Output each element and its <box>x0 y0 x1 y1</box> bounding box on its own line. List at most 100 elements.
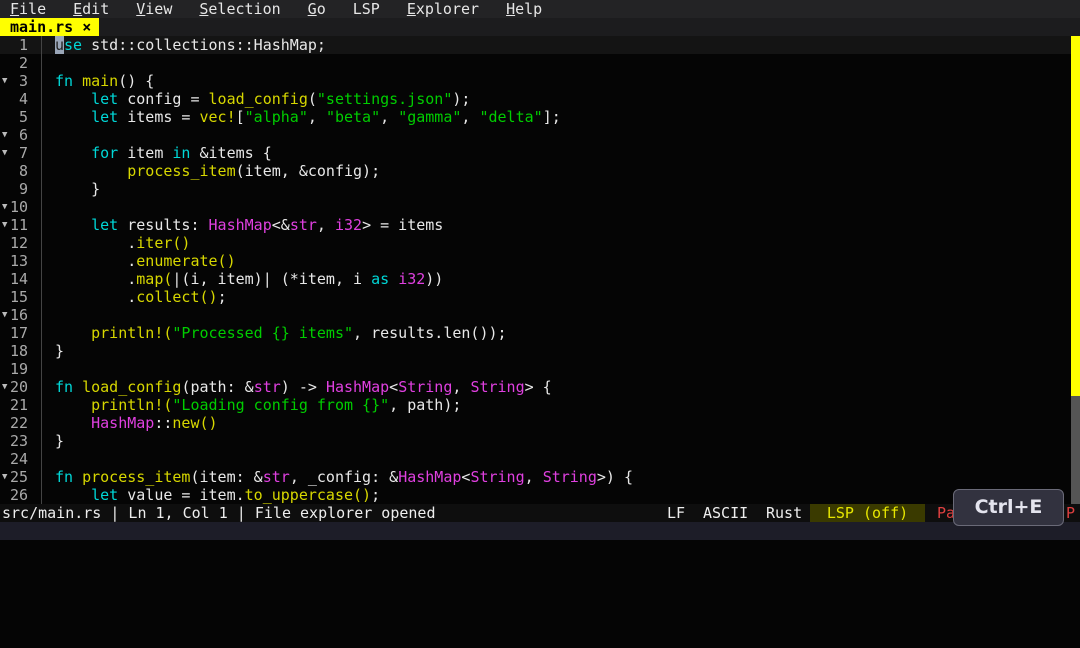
code-token: vec! <box>199 108 236 126</box>
status-eol[interactable]: LF <box>667 504 685 522</box>
code-line[interactable]: 9 } <box>0 180 1071 198</box>
line-number: 8 <box>18 162 28 180</box>
line-number: 18 <box>9 342 28 360</box>
line-code: for item in &items { <box>55 144 272 162</box>
line-code: .map(|(i, item)| (*item, i as i32)) <box>55 270 443 288</box>
line-number: 2 <box>18 54 28 72</box>
code-token: , <box>452 378 471 396</box>
gutter-separator <box>41 270 42 288</box>
code-line[interactable]: ▼ 11 let results: HashMap<&str, i32> = it… <box>0 216 1071 234</box>
code-token: &items { <box>190 144 272 162</box>
code-token: to_uppercase() <box>244 486 372 504</box>
line-number: 21 <box>9 396 28 414</box>
status-language[interactable]: Rust <box>766 504 802 522</box>
code-line[interactable]: ▼ 20 fn load_config(path: &str) -> HashMap… <box>0 378 1071 396</box>
gutter-separator <box>41 180 42 198</box>
line-code: fn load_config(path: &str) -> HashMap<St… <box>55 378 552 396</box>
menu-selection[interactable]: Selection <box>189 0 280 18</box>
menu-edit[interactable]: Edit <box>63 0 109 18</box>
code-line[interactable]: 14 .map(|(i, item)| (*item, i as i32)) <box>0 270 1071 288</box>
code-line[interactable]: ▼ 3 fn main() { <box>0 72 1071 90</box>
code-line[interactable]: 23} <box>0 432 1071 450</box>
line-number: 19 <box>9 360 28 378</box>
code-line[interactable]: 19 <box>0 360 1071 378</box>
line-code: fn process_item(item: &str, _config: &Ha… <box>55 468 633 486</box>
code-line[interactable]: ▼ 7 for item in &items { <box>0 144 1071 162</box>
code-line[interactable]: 15 .collect(); <box>0 288 1071 306</box>
code-line[interactable]: 26 let value = item.to_uppercase(); <box>0 486 1071 504</box>
code-line[interactable]: 5 let items = vec!["alpha", "beta", "gam… <box>0 108 1071 126</box>
code-line[interactable]: 17 println!("Processed {} items", result… <box>0 324 1071 342</box>
menu-file[interactable]: File <box>0 0 46 18</box>
menu-go[interactable]: Go <box>298 0 326 18</box>
line-code: fn main() { <box>55 72 154 90</box>
code-line[interactable]: 4 let config = load_config("settings.jso… <box>0 90 1071 108</box>
code-token: let <box>91 216 119 234</box>
line-number: 1 <box>18 36 28 54</box>
tab-main-rs[interactable]: main.rs × <box>0 18 99 36</box>
code-line[interactable]: 1 use std::collections::HashMap; <box>0 36 1071 54</box>
code-line[interactable]: ▼ 25 fn process_item(item: &str, _config: … <box>0 468 1071 486</box>
code-line[interactable]: 22 HashMap::new() <box>0 414 1071 432</box>
code-token: , <box>380 108 399 126</box>
gutter-separator <box>41 90 42 108</box>
gutter-separator <box>41 342 42 360</box>
code-token: main <box>82 72 119 90</box>
line-number: 22 <box>9 414 28 432</box>
gutter-separator <box>41 468 42 486</box>
code-token: "gamma" <box>398 108 462 126</box>
status-bar: src/main.rs | Ln 1, Col 1 | File explore… <box>0 504 1080 522</box>
code-line[interactable]: 8 process_item(item, &config); <box>0 162 1071 180</box>
code-editor[interactable]: 1 use std::collections::HashMap; 2 ▼ 3 fn mai… <box>0 36 1071 504</box>
line-code: .collect(); <box>55 288 227 306</box>
line-code: } <box>55 342 64 360</box>
line-number: 24 <box>9 450 28 468</box>
code-token: ; <box>217 288 227 306</box>
code-line[interactable]: 2 <box>0 54 1071 72</box>
menu-lsp[interactable]: LSP <box>343 0 380 18</box>
line-code: let value = item.to_uppercase(); <box>55 486 380 504</box>
code-token: let <box>91 486 119 504</box>
menu-help[interactable]: Help <box>496 0 542 18</box>
menu-view[interactable]: View <box>126 0 172 18</box>
code-token: , _config: & <box>289 468 399 486</box>
code-line[interactable]: 18} <box>0 342 1071 360</box>
code-line[interactable]: ▼ 6 <box>0 126 1071 144</box>
code-line[interactable]: 12 .iter() <box>0 234 1071 252</box>
code-token: } <box>55 180 101 198</box>
code-token: fn <box>55 378 74 396</box>
gutter-separator <box>41 54 42 72</box>
code-token: map( <box>136 270 173 288</box>
status-encoding[interactable]: ASCII <box>703 504 748 522</box>
code-token: [ <box>235 108 245 126</box>
code-token: . <box>55 270 137 288</box>
menu-explorer[interactable]: Explorer <box>397 0 479 18</box>
vertical-scrollbar[interactable] <box>1071 36 1080 504</box>
code-token: } <box>55 432 65 450</box>
scrollbar-thumb[interactable] <box>1071 36 1080 397</box>
code-token: > = items <box>362 216 444 234</box>
code-token: std::collections::HashMap; <box>82 36 326 54</box>
line-number: 23 <box>9 432 28 450</box>
line-number: 15 <box>9 288 28 306</box>
code-token: for <box>91 144 119 162</box>
code-token: iter() <box>136 234 191 252</box>
code-line[interactable]: ▼ 10 <box>0 198 1071 216</box>
code-line[interactable]: 21 println!("Loading config from {}", pa… <box>0 396 1071 414</box>
code-token: "alpha" <box>244 108 308 126</box>
text-cursor: u <box>55 36 65 54</box>
code-token: , <box>307 108 326 126</box>
code-line[interactable]: 24 <box>0 450 1071 468</box>
code-token: ; <box>371 486 381 504</box>
code-line[interactable]: 13 .enumerate() <box>0 252 1071 270</box>
status-lsp[interactable]: LSP (off) <box>810 504 925 522</box>
code-token: HashMap <box>398 468 462 486</box>
line-number: 10 <box>9 198 28 216</box>
code-line[interactable]: ▼ 16 <box>0 306 1071 324</box>
